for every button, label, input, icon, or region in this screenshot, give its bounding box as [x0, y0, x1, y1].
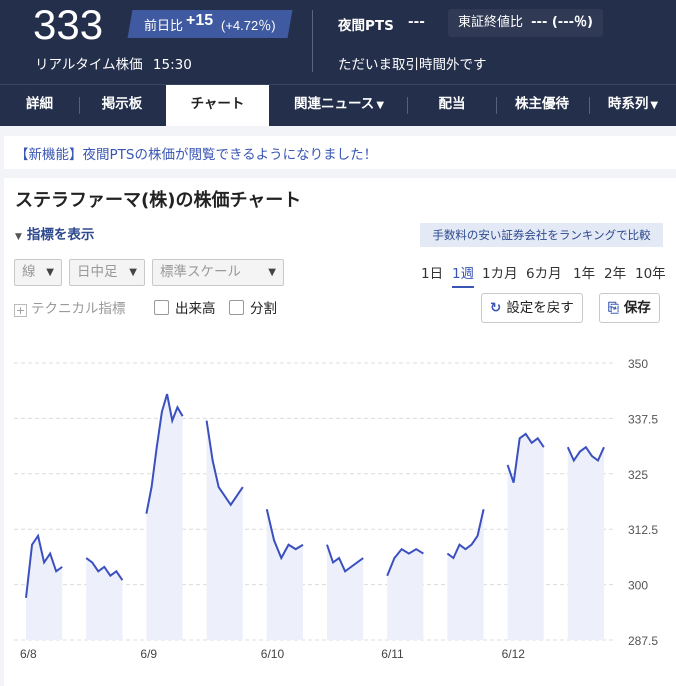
- y-tick-label: 312.5: [628, 523, 658, 537]
- session-area: [146, 394, 183, 640]
- x-tick-label: 6/12: [502, 647, 526, 661]
- x-tick-label: 6/11: [381, 647, 404, 661]
- x-tick-label: 6/10: [261, 647, 285, 661]
- x-tick-label: 6/8: [20, 647, 37, 661]
- x-tick-label: 6/9: [140, 647, 157, 661]
- price-chart: 350 337.5 325 312.5 300 287.5 6/8 6/9 6/10 6/11 6/…: [14, 357, 658, 661]
- session-area: [507, 433, 544, 640]
- y-tick-label: 325: [628, 468, 648, 482]
- y-tick-label: 350: [628, 357, 648, 371]
- session-area: [86, 558, 123, 640]
- session-area: [567, 447, 604, 640]
- y-tick-label: 287.5: [628, 634, 658, 648]
- y-tick-label: 337.5: [628, 412, 658, 426]
- y-tick-label: 300: [628, 579, 648, 593]
